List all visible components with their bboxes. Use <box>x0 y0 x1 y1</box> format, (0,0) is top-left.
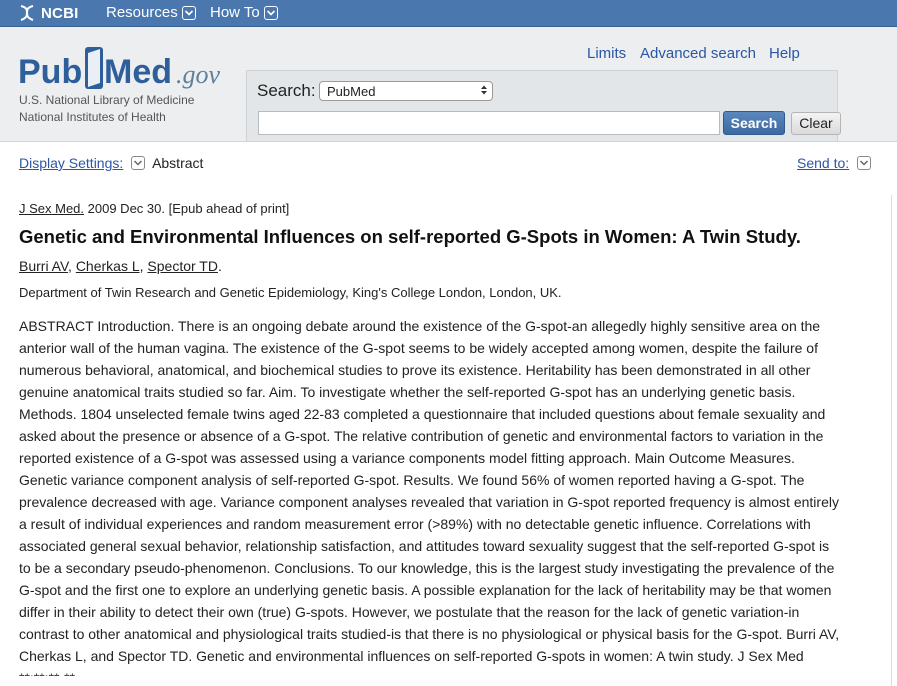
abstract-line: associated general sexual behavior, rela… <box>19 538 830 554</box>
affiliation: Department of Twin Research and Genetic … <box>19 285 562 300</box>
abstract-line: to be a secondary pseudo-phenomenon. Con… <box>19 560 835 576</box>
article-title: Genetic and Environmental Influences on … <box>19 226 801 247</box>
chevron-down-icon[interactable] <box>857 156 872 170</box>
journal-link[interactable]: J Sex Med. <box>19 201 84 216</box>
display-settings-bar: Display Settings: Abstract Send to: <box>0 141 897 181</box>
citation: J Sex Med. 2009 Dec 30. [Epub ahead of p… <box>19 201 289 216</box>
chevron-down-icon <box>263 5 278 20</box>
abstract-line: contrast to other anatomical and physiol… <box>19 626 840 642</box>
abstract-line: reported existence of a G-spot was asses… <box>19 450 795 466</box>
how-to-menu-label: How To <box>210 4 260 21</box>
search-button[interactable]: Search <box>723 111 785 135</box>
display-settings-link[interactable]: Display Settings: <box>19 155 123 171</box>
pubmed-logo-gov: .gov <box>176 60 221 89</box>
abstract-line: asked about the presence or absence of a… <box>19 428 824 444</box>
org-line-nih: National Institutes of Health <box>19 110 166 124</box>
ncbi-logo-text: NCBI <box>41 4 79 22</box>
abstract-line: anterior wall of the human vagina. The e… <box>19 340 818 356</box>
abstract-text: ABSTRACT Introduction. There is an ongoi… <box>19 315 881 676</box>
abstract-line-cut: **;**;**-**. <box>19 667 881 676</box>
display-format: Abstract <box>152 155 204 171</box>
abstract-line: ABSTRACT Introduction. There is an ongoi… <box>19 318 821 334</box>
pubmed-logo-med: Med <box>104 53 172 91</box>
publication-info: 2009 Dec 30. [Epub ahead of print] <box>84 201 290 216</box>
author-list: Burri AV, Cherkas L, Spector TD. <box>19 258 222 274</box>
resources-menu[interactable]: Resources <box>106 4 196 21</box>
author-link[interactable]: Cherkas L <box>76 258 140 274</box>
resources-menu-label: Resources <box>106 4 178 21</box>
ncbi-helix-icon <box>20 5 34 21</box>
pubmed-logo-pub: Pub <box>18 53 82 91</box>
send-to[interactable]: Send to: <box>797 155 872 171</box>
abstract-line: Genetic variance component analysis of s… <box>19 472 805 488</box>
right-column-divider <box>891 195 897 686</box>
database-select[interactable]: PubMed <box>319 81 493 101</box>
advanced-search-link[interactable]: Advanced search <box>640 45 756 62</box>
limits-link[interactable]: Limits <box>587 45 626 62</box>
author-link[interactable]: Burri AV <box>19 258 68 274</box>
abstract-line: genuine anatomical traits studied so far… <box>19 384 796 400</box>
send-to-link[interactable]: Send to: <box>797 155 849 171</box>
ncbi-top-bar: NCBI Resources How To <box>0 0 897 27</box>
how-to-menu[interactable]: How To <box>210 4 278 21</box>
database-select-value: PubMed <box>327 84 376 99</box>
author-link[interactable]: Spector TD <box>147 258 218 274</box>
search-panel: Search: PubMed Search Clear <box>246 70 841 141</box>
select-updown-icon <box>481 85 487 95</box>
pubmed-logo[interactable]: Pub Med .gov <box>18 43 233 93</box>
ncbi-logo[interactable]: NCBI <box>18 3 78 23</box>
abstract-line: Methods. 1804 unselected female twins ag… <box>19 406 826 422</box>
help-link[interactable]: Help <box>769 45 800 62</box>
clear-button[interactable]: Clear <box>791 112 841 135</box>
abstract-line: Cherkas L, and Spector TD. Genetic and e… <box>19 648 804 664</box>
abstract-line: prevalence decreased with age. Variance … <box>19 494 839 510</box>
abstract-line: G-spot and the first one to explore an u… <box>19 582 832 598</box>
abstract-line: numerous behavioral, anatomical, and bio… <box>19 362 811 378</box>
abstract-line: differ in their ability to detect their … <box>19 604 800 620</box>
chevron-down-icon[interactable] <box>131 156 146 170</box>
abstract-line: a result of individual experiences and r… <box>19 516 811 532</box>
pubmed-header: Pub Med .gov U.S. National Library of Me… <box>0 27 897 142</box>
search-label: Search: <box>257 81 316 100</box>
chevron-down-icon <box>181 5 196 20</box>
org-line-nlm: U.S. National Library of Medicine <box>19 93 195 107</box>
search-input[interactable] <box>258 111 720 135</box>
display-settings[interactable]: Display Settings: Abstract <box>19 155 203 171</box>
